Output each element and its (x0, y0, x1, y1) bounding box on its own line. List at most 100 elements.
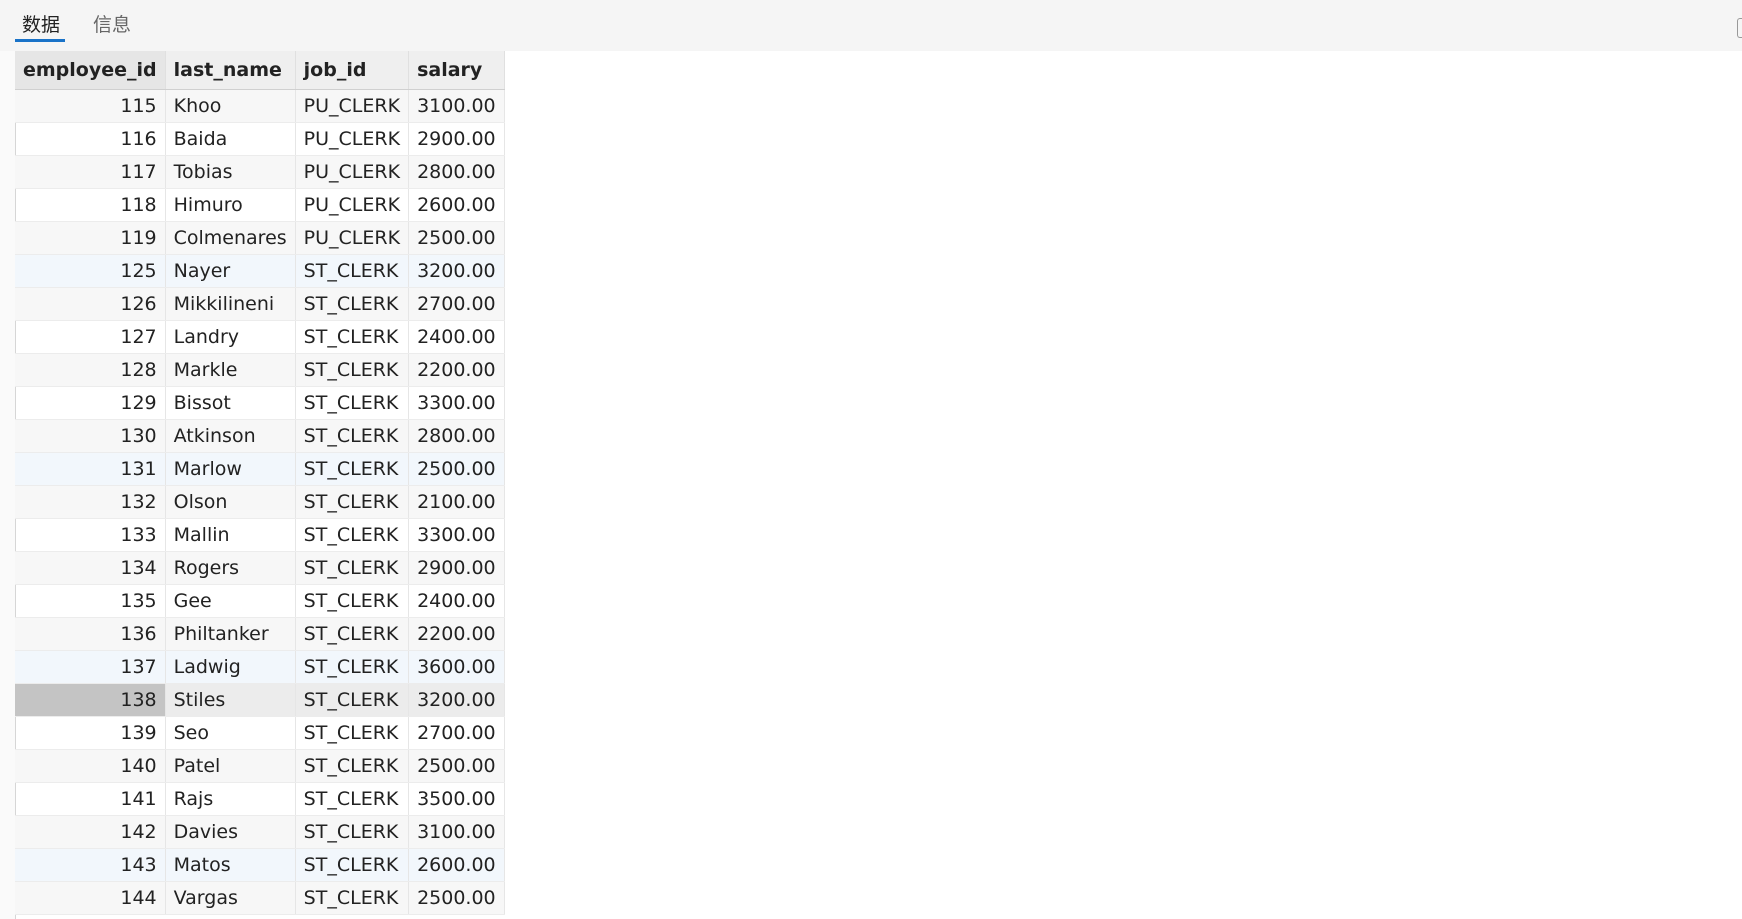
cell-job-id[interactable]: ST_CLERK (295, 518, 410, 552)
cell-job-id[interactable]: ST_CLERK (295, 749, 410, 783)
cell-last-name[interactable]: Atkinson (165, 419, 296, 453)
cell-job-id[interactable]: ST_CLERK (295, 584, 410, 618)
cell-employee-id[interactable]: 115 (15, 89, 166, 123)
cell-last-name[interactable]: Baida (165, 122, 296, 156)
cell-last-name[interactable]: Himuro (165, 188, 296, 222)
cell-employee-id[interactable]: 116 (15, 122, 166, 156)
cell-employee-id[interactable]: 134 (15, 551, 166, 585)
cell-employee-id[interactable]: 138 (15, 683, 166, 717)
column-header-employee-id[interactable]: employee_id (15, 51, 166, 90)
table-row[interactable]: 139 Seo ST_CLERK 2700.00 (15, 716, 505, 750)
cell-job-id[interactable]: PU_CLERK (295, 188, 410, 222)
cell-salary[interactable]: 3100.00 (408, 815, 505, 849)
cell-last-name[interactable]: Gee (165, 584, 296, 618)
table-row[interactable]: 137 Ladwig ST_CLERK 3600.00 (15, 650, 505, 684)
tab-data[interactable]: 数据 (22, 12, 60, 42)
cell-employee-id[interactable]: 131 (15, 452, 166, 486)
cell-salary[interactable]: 2400.00 (408, 320, 505, 354)
cell-employee-id[interactable]: 118 (15, 188, 166, 222)
table-row[interactable]: 129 Bissot ST_CLERK 3300.00 (15, 386, 505, 420)
cell-employee-id[interactable]: 117 (15, 155, 166, 189)
cell-last-name[interactable]: Seo (165, 716, 296, 750)
cell-last-name[interactable]: Patel (165, 749, 296, 783)
cell-salary[interactable]: 2900.00 (408, 122, 505, 156)
cell-employee-id[interactable]: 129 (15, 386, 166, 420)
table-row[interactable]: 126 Mikkilineni ST_CLERK 2700.00 (15, 287, 505, 321)
cell-salary[interactable]: 2500.00 (408, 221, 505, 255)
cell-last-name[interactable]: Stiles (165, 683, 296, 717)
table-row[interactable]: 119 Colmenares PU_CLERK 2500.00 (15, 221, 505, 255)
cell-job-id[interactable]: ST_CLERK (295, 617, 410, 651)
cell-last-name[interactable]: Mallin (165, 518, 296, 552)
cell-salary[interactable]: 2100.00 (408, 485, 505, 519)
table-row[interactable]: 131 Marlow ST_CLERK 2500.00 (15, 452, 505, 486)
cell-employee-id[interactable]: 133 (15, 518, 166, 552)
tab-info[interactable]: 信息 (93, 12, 131, 42)
cell-job-id[interactable]: ST_CLERK (295, 782, 410, 816)
cell-employee-id[interactable]: 137 (15, 650, 166, 684)
cell-salary[interactable]: 3200.00 (408, 254, 505, 288)
cell-employee-id[interactable]: 141 (15, 782, 166, 816)
cell-salary[interactable]: 2500.00 (408, 881, 505, 915)
cell-salary[interactable]: 2600.00 (408, 188, 505, 222)
cell-job-id[interactable]: ST_CLERK (295, 551, 410, 585)
cell-salary[interactable]: 3600.00 (408, 650, 505, 684)
table-row[interactable]: 127 Landry ST_CLERK 2400.00 (15, 320, 505, 354)
cell-last-name[interactable]: Olson (165, 485, 296, 519)
cell-employee-id[interactable]: 132 (15, 485, 166, 519)
cell-employee-id[interactable]: 143 (15, 848, 166, 882)
cell-last-name[interactable]: Rogers (165, 551, 296, 585)
table-row[interactable]: 132 Olson ST_CLERK 2100.00 (15, 485, 505, 519)
cell-last-name[interactable]: Matos (165, 848, 296, 882)
cell-salary[interactable]: 3200.00 (408, 683, 505, 717)
cell-job-id[interactable]: ST_CLERK (295, 815, 410, 849)
cell-job-id[interactable]: ST_CLERK (295, 683, 410, 717)
cell-job-id[interactable]: ST_CLERK (295, 353, 410, 387)
table-row[interactable]: 140 Patel ST_CLERK 2500.00 (15, 749, 505, 783)
cell-last-name[interactable]: Mikkilineni (165, 287, 296, 321)
cell-job-id[interactable]: ST_CLERK (295, 419, 410, 453)
cell-job-id[interactable]: ST_CLERK (295, 848, 410, 882)
cell-employee-id[interactable]: 140 (15, 749, 166, 783)
table-row[interactable]: 136 Philtanker ST_CLERK 2200.00 (15, 617, 505, 651)
cell-job-id[interactable]: ST_CLERK (295, 254, 410, 288)
cell-last-name[interactable]: Tobias (165, 155, 296, 189)
cell-last-name[interactable]: Bissot (165, 386, 296, 420)
cell-job-id[interactable]: ST_CLERK (295, 716, 410, 750)
cell-last-name[interactable]: Landry (165, 320, 296, 354)
table-row[interactable]: 128 Markle ST_CLERK 2200.00 (15, 353, 505, 387)
cell-employee-id[interactable]: 130 (15, 419, 166, 453)
cell-salary[interactable]: 2600.00 (408, 848, 505, 882)
cell-last-name[interactable]: Rajs (165, 782, 296, 816)
table-row[interactable]: 117 Tobias PU_CLERK 2800.00 (15, 155, 505, 189)
table-row[interactable]: 125 Nayer ST_CLERK 3200.00 (15, 254, 505, 288)
cell-salary[interactable]: 2900.00 (408, 551, 505, 585)
cell-salary[interactable]: 2800.00 (408, 155, 505, 189)
column-header-last-name[interactable]: last_name (165, 51, 296, 90)
cell-salary[interactable]: 2200.00 (408, 353, 505, 387)
cell-job-id[interactable]: ST_CLERK (295, 881, 410, 915)
panel-edge-handle[interactable] (1737, 18, 1742, 38)
cell-last-name[interactable]: Markle (165, 353, 296, 387)
row-header-gutter[interactable] (0, 51, 16, 919)
cell-job-id[interactable]: ST_CLERK (295, 320, 410, 354)
cell-salary[interactable]: 3300.00 (408, 386, 505, 420)
cell-last-name[interactable]: Davies (165, 815, 296, 849)
cell-employee-id[interactable]: 139 (15, 716, 166, 750)
cell-salary[interactable]: 2200.00 (408, 617, 505, 651)
cell-job-id[interactable]: ST_CLERK (295, 650, 410, 684)
cell-salary[interactable]: 2700.00 (408, 716, 505, 750)
cell-salary[interactable]: 2800.00 (408, 419, 505, 453)
table-row[interactable]: 144 Vargas ST_CLERK 2500.00 (15, 881, 505, 915)
table-row[interactable]: 130 Atkinson ST_CLERK 2800.00 (15, 419, 505, 453)
cell-last-name[interactable]: Philtanker (165, 617, 296, 651)
cell-job-id[interactable]: PU_CLERK (295, 89, 410, 123)
table-row[interactable]: 134 Rogers ST_CLERK 2900.00 (15, 551, 505, 585)
cell-salary[interactable]: 2400.00 (408, 584, 505, 618)
cell-employee-id[interactable]: 119 (15, 221, 166, 255)
cell-last-name[interactable]: Marlow (165, 452, 296, 486)
table-row[interactable]: 116 Baida PU_CLERK 2900.00 (15, 122, 505, 156)
cell-job-id[interactable]: ST_CLERK (295, 452, 410, 486)
cell-salary[interactable]: 2500.00 (408, 749, 505, 783)
cell-job-id[interactable]: PU_CLERK (295, 122, 410, 156)
